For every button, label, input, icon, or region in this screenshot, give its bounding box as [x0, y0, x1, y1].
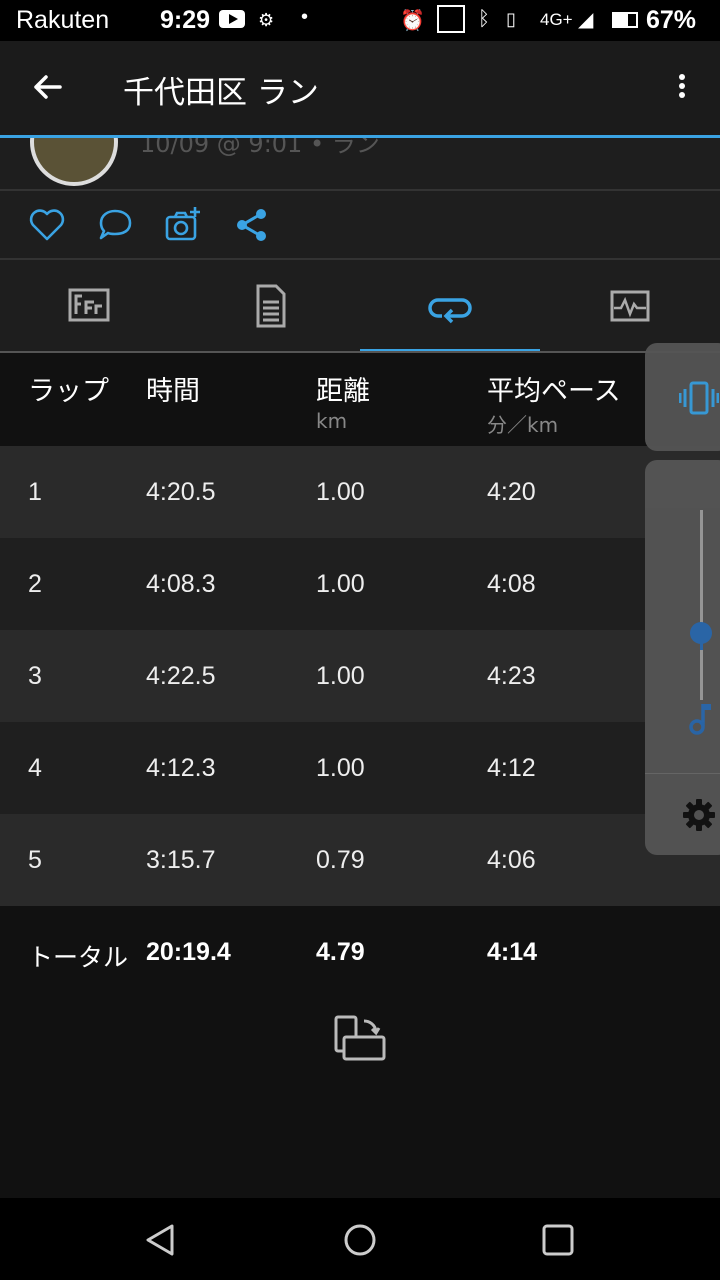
vibrate-icon: ▯	[506, 9, 516, 29]
dot-icon: •	[301, 6, 309, 28]
recents-nav-icon[interactable]	[540, 1222, 576, 1258]
tab-laps[interactable]	[360, 260, 540, 353]
total-time: 20:19.4	[146, 938, 231, 966]
lap-time: 3:15.7	[146, 846, 216, 874]
ringer-mode-panel	[645, 343, 720, 451]
music-note-icon	[689, 704, 711, 735]
carrier-label: Rakuten	[16, 6, 110, 34]
home-nav-icon[interactable]	[342, 1222, 378, 1258]
activity-header: 10/09 @ 9:01 • ラン	[0, 138, 720, 189]
panel-divider	[645, 773, 720, 774]
page-title: 千代田区 ラン	[123, 75, 319, 111]
table-row: 1 4:20.5 1.00 4:20	[0, 446, 720, 538]
like-heart-icon[interactable]	[27, 205, 67, 245]
header-pace: 平均ペース	[487, 376, 621, 407]
laps-icon	[428, 298, 472, 324]
lap-time: 4:08.3	[146, 570, 216, 598]
total-pace: 4:14	[487, 938, 538, 966]
document-icon	[256, 284, 286, 328]
total-label: トータル	[28, 943, 129, 972]
lap-distance: 1.00	[316, 662, 365, 690]
header-lap: ラップ	[28, 376, 109, 407]
tab-bar	[0, 260, 720, 353]
header-pace-unit: 分／km	[487, 413, 559, 437]
signal-icon: ◢	[578, 9, 594, 31]
status-bar: Rakuten 9:29 ⚙ • ⏰ ᛒ ▯ 4G+ ◢ 67%	[0, 0, 720, 41]
volume-panel	[645, 460, 720, 855]
table-row: 4 4:12.3 1.00 4:12	[0, 722, 720, 814]
avatar[interactable]	[30, 138, 118, 186]
lap-number: 3	[28, 662, 42, 690]
battery-icon	[612, 12, 638, 28]
lap-number: 5	[28, 846, 42, 874]
table-header: ラップ 時間 距離 km 平均ペース 分／km	[0, 353, 720, 446]
lap-pace: 4:06	[487, 846, 536, 874]
table-row: 3 4:22.5 1.00 4:23	[0, 630, 720, 722]
add-photo-icon[interactable]	[163, 205, 203, 245]
lap-number: 2	[28, 570, 42, 598]
table-row: 5 3:15.7 0.79 4:06	[0, 814, 720, 906]
tab-details[interactable]	[180, 260, 360, 353]
back-nav-icon[interactable]	[142, 1222, 178, 1258]
header-time: 時間	[146, 376, 200, 407]
lap-time: 4:12.3	[146, 754, 216, 782]
lap-pace: 4:23	[487, 662, 536, 690]
header-distance: 距離	[316, 376, 370, 407]
lap-number: 4	[28, 754, 42, 782]
lap-pace: 4:20	[487, 478, 536, 506]
lap-distance: 1.00	[316, 754, 365, 782]
activity-date: 10/09 @ 9:01 • ラン	[140, 138, 380, 158]
volume-slider-track[interactable]	[700, 510, 703, 700]
total-row: トータル 20:19.4 4.79 4:14	[0, 906, 720, 998]
app-bar: 千代田区 ラン	[0, 41, 720, 135]
youtube-icon	[219, 10, 245, 28]
lap-time: 4:22.5	[146, 662, 216, 690]
comment-icon[interactable]	[95, 205, 135, 245]
tab-charts[interactable]	[540, 260, 720, 353]
lap-pace: 4:12	[487, 754, 536, 782]
battery-percent: 67%	[646, 6, 697, 34]
lap-distance: 1.00	[316, 478, 365, 506]
total-distance: 4.79	[316, 938, 365, 966]
overview-icon	[68, 288, 110, 322]
rotate-screen-icon[interactable]	[332, 1015, 388, 1065]
volume-slider-knob[interactable]	[690, 622, 712, 644]
lap-distance: 0.79	[316, 846, 365, 874]
lap-pace: 4:08	[487, 570, 536, 598]
settings-gear-icon[interactable]	[682, 798, 716, 832]
table-row: 2 4:08.3 1.00 4:08	[0, 538, 720, 630]
vibrate-mode-icon[interactable]	[679, 381, 719, 415]
header-distance-unit: km	[316, 409, 348, 433]
nfc-icon	[437, 5, 465, 33]
activity-chart-icon	[610, 290, 650, 322]
network-type: 4G+	[540, 10, 573, 29]
system-nav-bar	[0, 1198, 720, 1280]
share-icon[interactable]	[232, 205, 272, 245]
lap-time: 4:20.5	[146, 478, 216, 506]
bluetooth-icon: ᛒ	[478, 8, 490, 30]
alarm-icon: ⏰	[400, 10, 425, 32]
tab-overview[interactable]	[0, 260, 180, 353]
lap-distance: 1.00	[316, 570, 365, 598]
status-time: 9:29	[160, 6, 211, 34]
more-options-icon[interactable]	[668, 71, 696, 107]
action-bar	[0, 191, 720, 258]
back-arrow-icon[interactable]	[30, 69, 66, 105]
notification-icon: ⚙	[258, 10, 275, 30]
lap-number: 1	[28, 478, 42, 506]
